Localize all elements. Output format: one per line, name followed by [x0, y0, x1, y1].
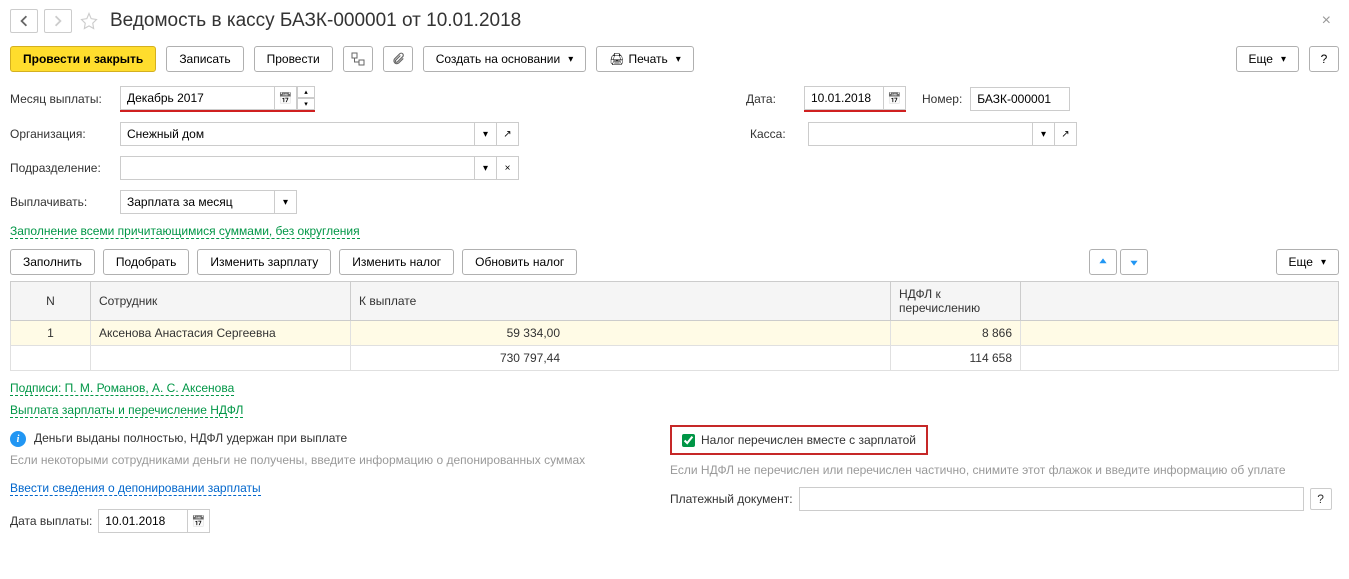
pay-date-label: Дата выплаты:: [10, 514, 92, 528]
month-up-button[interactable]: ▴: [297, 86, 315, 98]
info-text: Деньги выданы полностью, НДФЛ удержан пр…: [34, 431, 347, 445]
col-pay-header: К выплате: [351, 282, 891, 321]
fill-button[interactable]: Заполнить: [10, 249, 95, 275]
cash-input[interactable]: [808, 122, 1033, 146]
post-and-close-button[interactable]: Провести и закрыть: [10, 46, 156, 72]
update-tax-button[interactable]: Обновить налог: [462, 249, 577, 275]
more-button[interactable]: Еще: [1236, 46, 1299, 72]
fill-settings-link[interactable]: Заполнение всеми причитающимися суммами,…: [10, 224, 360, 239]
date-label: Дата:: [746, 92, 796, 106]
dept-clear-button[interactable]: ×: [497, 156, 519, 180]
table-more-button[interactable]: Еще: [1276, 249, 1339, 275]
close-icon[interactable]: ×: [1314, 8, 1339, 34]
page-title: Ведомость в кассу БАЗК-000001 от 10.01.2…: [110, 10, 521, 32]
col-extra-header: [1021, 282, 1339, 321]
pay-type-input[interactable]: [120, 190, 275, 214]
number-input[interactable]: [970, 87, 1070, 111]
number-label: Номер:: [922, 92, 962, 106]
nav-forward-button[interactable]: [44, 9, 72, 33]
hint-right: Если НДФЛ не перечислен или перечислен ч…: [670, 463, 1339, 477]
save-button[interactable]: Записать: [166, 46, 243, 72]
payment-doc-label: Платежный документ:: [670, 492, 793, 506]
structure-button[interactable]: [343, 46, 373, 72]
month-input[interactable]: [120, 86, 275, 110]
pay-date-input[interactable]: [98, 509, 188, 533]
table-total-row: 730 797,44 114 658: [11, 346, 1339, 371]
favorite-star-icon[interactable]: [78, 10, 100, 32]
payment-doc-help[interactable]: ?: [1310, 488, 1332, 510]
employees-table: N Сотрудник К выплате НДФЛ к перечислени…: [10, 281, 1339, 371]
col-ndfl-header: НДФЛ к перечислению: [891, 282, 1021, 321]
move-down-button[interactable]: [1120, 249, 1148, 275]
pay-type-dropdown-button[interactable]: ▾: [275, 190, 297, 214]
create-based-button[interactable]: Создать на основании: [423, 46, 587, 72]
print-icon: [609, 52, 624, 66]
tax-transferred-checkbox[interactable]: [682, 434, 695, 447]
table-row[interactable]: 1 Аксенова Анастасия Сергеевна 59 334,00…: [11, 321, 1339, 346]
pay-date-calendar-button[interactable]: [188, 509, 210, 533]
dept-input[interactable]: [120, 156, 475, 180]
nav-back-button[interactable]: [10, 9, 38, 33]
help-button[interactable]: ?: [1309, 46, 1339, 72]
org-open-button[interactable]: ↗: [497, 122, 519, 146]
date-calendar-button[interactable]: [884, 86, 906, 110]
info-icon: i: [10, 431, 26, 447]
tax-transferred-box: Налог перечислен вместе с зарплатой: [670, 425, 928, 455]
org-label: Организация:: [10, 127, 112, 141]
cash-dropdown-button[interactable]: ▾: [1033, 122, 1055, 146]
print-button[interactable]: Печать: [596, 46, 694, 72]
month-down-button[interactable]: ▾: [297, 98, 315, 110]
change-tax-button[interactable]: Изменить налог: [339, 249, 454, 275]
attach-button[interactable]: [383, 46, 413, 72]
cash-open-button[interactable]: ↗: [1055, 122, 1077, 146]
signatures-link[interactable]: Подписи: П. М. Романов, А. С. Аксенова: [10, 381, 234, 396]
org-input[interactable]: [120, 122, 475, 146]
org-dropdown-button[interactable]: ▾: [475, 122, 497, 146]
move-up-button[interactable]: [1089, 249, 1117, 275]
pay-type-label: Выплачивать:: [10, 195, 112, 209]
hint-left: Если некоторыми сотрудниками деньги не п…: [10, 453, 650, 467]
date-input[interactable]: [804, 86, 884, 110]
month-label: Месяц выплаты:: [10, 92, 112, 106]
deposit-link[interactable]: Ввести сведения о депонировании зарплаты: [10, 481, 261, 496]
col-n-header: N: [11, 282, 91, 321]
payment-ndfl-link[interactable]: Выплата зарплаты и перечисление НДФЛ: [10, 403, 243, 418]
month-calendar-button[interactable]: [275, 86, 297, 110]
select-button[interactable]: Подобрать: [103, 249, 189, 275]
col-employee-header: Сотрудник: [91, 282, 351, 321]
dept-dropdown-button[interactable]: ▾: [475, 156, 497, 180]
post-button[interactable]: Провести: [254, 46, 333, 72]
change-salary-button[interactable]: Изменить зарплату: [197, 249, 331, 275]
dept-label: Подразделение:: [10, 161, 112, 175]
payment-doc-input[interactable]: [799, 487, 1304, 511]
cash-label: Касса:: [750, 127, 800, 141]
tax-transferred-label: Налог перечислен вместе с зарплатой: [701, 433, 916, 447]
